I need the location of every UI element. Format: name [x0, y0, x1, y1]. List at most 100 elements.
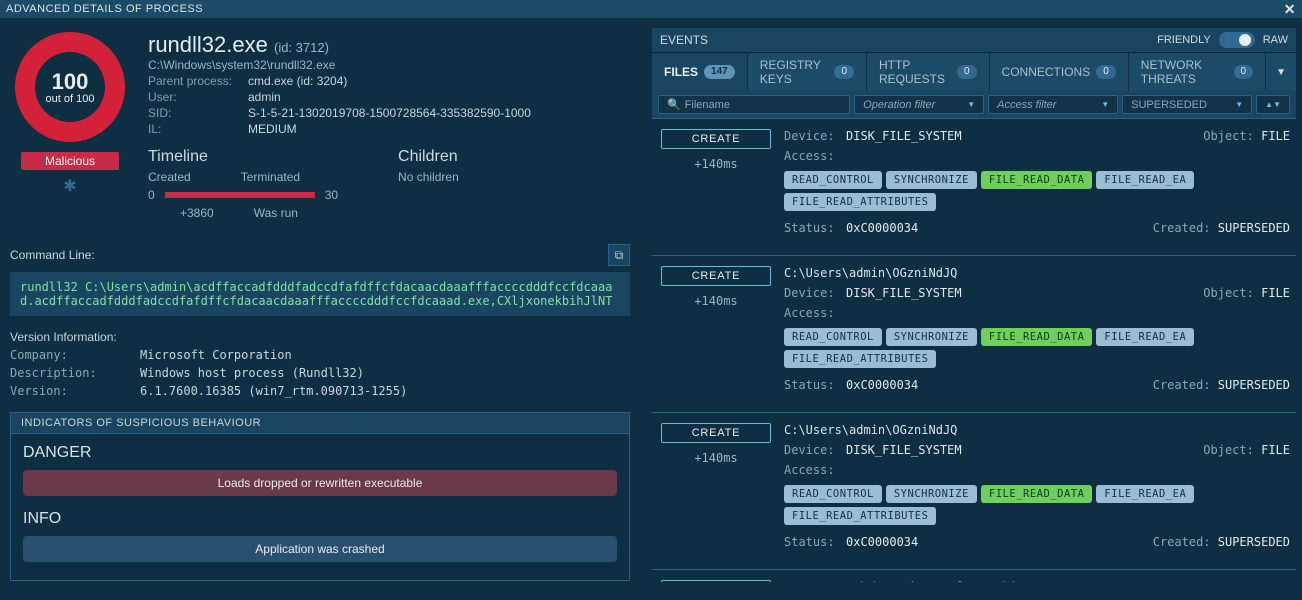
filename-filter[interactable]: 🔍Filename	[658, 95, 850, 114]
event-path: C:\Users\admin\OGzniNdJQ	[784, 266, 1290, 280]
superseded-filter[interactable]: SUPERSEDED ▼	[1122, 95, 1252, 114]
event-access-row: Access:READ_CONTROLSYNCHRONIZEFILE_READ_…	[784, 306, 1290, 372]
danger-item[interactable]: Loads dropped or rewritten executable	[23, 470, 617, 496]
event-device-row: Device:DISK_FILE_SYSTEMObject: FILE	[784, 129, 1290, 149]
access-tag: FILE_READ_ATTRIBUTES	[784, 193, 936, 211]
bug-icon: ✱	[63, 176, 76, 196]
children-header: Children	[398, 148, 459, 166]
access-tag: READ_CONTROL	[784, 485, 882, 503]
sort-toggle[interactable]: ▲▼	[1256, 95, 1290, 114]
danger-heading: DANGER	[23, 444, 617, 462]
score-suffix: out of 100	[46, 93, 95, 105]
user-label: User:	[148, 90, 248, 104]
event-row: CREATE +140ms Device:DISK_FILE_SYSTEMObjec…	[652, 118, 1296, 255]
event-device-row: Device:DISK_FILE_SYSTEMObject: FILE	[784, 286, 1290, 306]
filename-placeholder: Filename	[685, 99, 730, 111]
friendly-label: FRIENDLY	[1157, 34, 1211, 46]
event-list[interactable]: CREATE +140ms Device:DISK_FILE_SYSTEMObjec…	[652, 118, 1296, 582]
tab-network-threats[interactable]: NETWORK THREATS 0	[1129, 53, 1266, 91]
chevron-down-icon: ▼	[1235, 100, 1243, 109]
event-time: +140ms	[694, 294, 737, 308]
children-text: No children	[398, 170, 459, 184]
commandline-label: Command Line:	[10, 248, 95, 262]
indicators-panel: INDICATORS OF SUSPICIOUS BEHAVIOUR DANGE…	[10, 412, 630, 581]
accfilter-label: Access filter	[997, 99, 1056, 111]
tabs-overflow-icon[interactable]: ▼	[1266, 53, 1296, 91]
process-name-text: rundll32.exe	[148, 32, 268, 57]
description-value: Windows host process (Rundll32)	[140, 366, 364, 380]
raw-label: RAW	[1263, 34, 1288, 46]
tab-count: 0	[1234, 65, 1254, 79]
info-heading: INFO	[23, 510, 617, 528]
tab-label: CONNECTIONS	[1002, 65, 1091, 79]
tab-count: 0	[957, 65, 977, 79]
score-value: 100	[46, 69, 95, 95]
event-status-row: Status:0xC0000034Created: SUPERSEDED	[784, 221, 1290, 241]
description-label: Description:	[10, 366, 140, 380]
tab-files[interactable]: FILES147	[652, 53, 748, 91]
tab-label: REGISTRY KEYS	[760, 58, 829, 86]
sid-value: S-1-5-21-1302019708-1500728564-335382590…	[248, 106, 531, 120]
events-title: EVENTS	[660, 33, 708, 47]
tab-label: FILES	[664, 65, 698, 79]
access-tag: FILE_READ_DATA	[981, 485, 1093, 503]
access-tag: FILE_READ_DATA	[981, 328, 1093, 346]
view-toggle[interactable]	[1219, 32, 1255, 48]
sort-icon: ▲▼	[1265, 100, 1281, 109]
access-tag: READ_CONTROL	[784, 328, 882, 346]
process-path: C:\Windows\system32\rundll32.exe	[148, 58, 630, 72]
info-item[interactable]: Application was crashed	[23, 536, 617, 562]
version-label: Version:	[10, 384, 140, 398]
event-path: C:\Users\admin\IndexerVolumeGuid	[784, 580, 1290, 582]
operation-filter[interactable]: Operation filter▼	[854, 95, 984, 114]
tab-connections[interactable]: CONNECTIONS 0	[990, 53, 1129, 91]
event-row: CREATE+140msC:\Users\admin\OGzniNdJQDevi…	[652, 255, 1296, 412]
access-filter[interactable]: Access filter ▼	[988, 95, 1118, 114]
tab-count: 0	[834, 65, 854, 79]
tab-registry-keys[interactable]: REGISTRY KEYS 0	[748, 53, 867, 91]
access-tag: FILE_READ_ATTRIBUTES	[784, 350, 936, 368]
event-row: CREATE+140msC:\Users\admin\IndexerVolume…	[652, 569, 1296, 582]
event-tabs: FILES147REGISTRY KEYS0HTTP REQUESTS0CONN…	[652, 53, 1296, 91]
event-path: C:\Users\admin\OGzniNdJQ	[784, 423, 1290, 437]
titlebar: ADVANCED DETAILS OF PROCESS ✕	[0, 0, 1302, 18]
tab-count: 0	[1096, 65, 1116, 79]
copy-icon[interactable]: ⧉	[608, 244, 630, 266]
window-title: ADVANCED DETAILS OF PROCESS	[6, 3, 203, 15]
event-access-row: Access:READ_CONTROLSYNCHRONIZEFILE_READ_…	[784, 149, 1290, 215]
supfilter-label: SUPERSEDED	[1131, 99, 1207, 111]
tab-label: NETWORK THREATS	[1141, 58, 1228, 86]
tab-http-requests[interactable]: HTTP REQUESTS0	[867, 53, 990, 91]
timeline-end: 30	[325, 188, 338, 202]
close-icon[interactable]: ✕	[1284, 1, 1296, 18]
indicators-title: INDICATORS OF SUSPICIOUS BEHAVIOUR	[11, 413, 629, 434]
version-value: 6.1.7600.16385 (win7_rtm.090713-1255)	[140, 384, 407, 398]
access-tag: SYNCHRONIZE	[886, 171, 977, 189]
verdict-badge: Malicious	[21, 152, 119, 170]
timeline-start: 0	[148, 188, 155, 202]
timeline-tail: Was run	[254, 206, 298, 220]
event-status-row: Status:0xC0000034Created: SUPERSEDED	[784, 378, 1290, 398]
event-time: +140ms	[694, 451, 737, 465]
event-access-row: Access:READ_CONTROLSYNCHRONIZEFILE_READ_…	[784, 463, 1290, 529]
versioninfo-header: Version Information:	[10, 330, 630, 344]
sid-label: SID:	[148, 106, 248, 120]
timeline-created-label: Created	[148, 170, 191, 184]
operation-badge: CREATE	[661, 580, 771, 582]
access-tag: FILE_READ_EA	[1096, 328, 1194, 346]
access-tag: FILE_READ_EA	[1096, 485, 1194, 503]
timeline-terminated-label: Terminated	[241, 170, 300, 184]
operation-badge: CREATE	[661, 423, 771, 443]
access-tag: FILE_READ_DATA	[981, 171, 1093, 189]
parent-value[interactable]: cmd.exe (id: 3204)	[248, 74, 347, 88]
event-time: +140ms	[694, 157, 737, 171]
access-tag: READ_CONTROL	[784, 171, 882, 189]
operation-badge: CREATE	[661, 129, 771, 149]
chevron-down-icon: ▼	[967, 100, 975, 109]
commandline-value[interactable]: rundll32 C:\Users\admin\acdffaccadfdddfa…	[10, 272, 630, 316]
event-device-row: Device:DISK_FILE_SYSTEMObject: FILE	[784, 443, 1290, 463]
chevron-down-icon: ▼	[1101, 100, 1109, 109]
timeline-header: Timeline	[148, 148, 338, 166]
parent-label: Parent process:	[148, 74, 248, 88]
il-value: MEDIUM	[248, 122, 297, 136]
